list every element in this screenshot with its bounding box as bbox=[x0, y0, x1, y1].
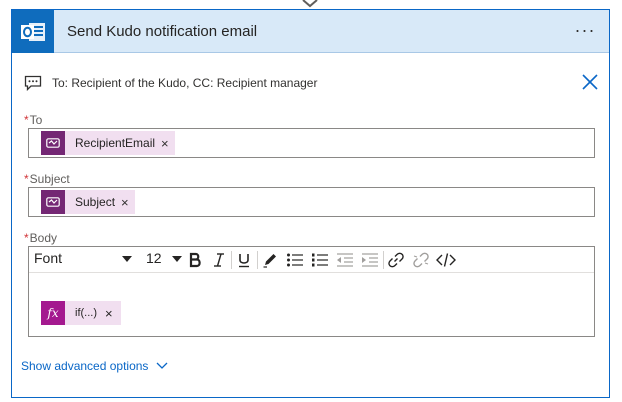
font-select-value: Font bbox=[34, 250, 63, 266]
italic-icon[interactable] bbox=[209, 250, 229, 270]
token-label: Subject bbox=[75, 195, 116, 209]
required-mark: * bbox=[24, 113, 29, 127]
to-field-label: *To bbox=[24, 113, 42, 127]
more-options-button[interactable]: ··· bbox=[573, 20, 597, 40]
font-size-select[interactable]: 12 bbox=[146, 250, 182, 270]
font-select[interactable]: Font bbox=[34, 250, 135, 270]
connector-arrow-icon bbox=[302, 0, 318, 8]
card-header[interactable]: Send Kudo notification email ··· bbox=[12, 10, 609, 53]
chevron-down-icon bbox=[156, 362, 168, 369]
subject-field[interactable]: Subject × bbox=[28, 187, 595, 217]
comment-row[interactable]: To: Recipient of the Kudo, CC: Recipient… bbox=[24, 73, 599, 93]
token-label: RecipientEmail bbox=[75, 136, 156, 150]
dynamic-content-icon bbox=[41, 190, 65, 214]
unlink-icon[interactable] bbox=[411, 250, 431, 270]
to-label-text: To bbox=[29, 113, 43, 127]
indent-icon[interactable] bbox=[360, 250, 380, 270]
required-mark: * bbox=[24, 231, 29, 245]
expression-token[interactable]: fx if(...) × bbox=[41, 301, 121, 325]
comment-text: To: Recipient of the Kudo, CC: Recipient… bbox=[52, 76, 318, 90]
dynamic-content-icon bbox=[41, 131, 65, 155]
numbered-list-icon[interactable] bbox=[310, 250, 330, 270]
toolbar-separator bbox=[383, 251, 384, 269]
font-size-value: 12 bbox=[146, 250, 162, 266]
outdent-icon[interactable] bbox=[335, 250, 355, 270]
body-field-label: *Body bbox=[24, 231, 57, 245]
remove-token-button[interactable]: × bbox=[161, 136, 175, 151]
required-mark: * bbox=[24, 172, 29, 186]
recipient-email-token[interactable]: RecipientEmail × bbox=[41, 131, 175, 155]
comment-icon bbox=[24, 75, 42, 91]
underline-icon[interactable] bbox=[234, 250, 254, 270]
show-advanced-options-link[interactable]: Show advanced options bbox=[21, 359, 168, 373]
subject-token[interactable]: Subject × bbox=[41, 190, 135, 214]
chevron-down-icon bbox=[172, 256, 182, 262]
code-view-icon[interactable] bbox=[436, 250, 456, 270]
chevron-down-icon bbox=[122, 256, 132, 262]
rich-text-toolbar: Font 12 bbox=[29, 247, 594, 273]
subject-label-text: Subject bbox=[29, 172, 70, 186]
token-label: if(...) bbox=[75, 307, 97, 319]
toolbar-separator bbox=[257, 251, 258, 269]
card-title: Send Kudo notification email bbox=[67, 23, 258, 40]
body-editor[interactable]: Font 12 fx if(...) × bbox=[28, 246, 595, 337]
pen-icon[interactable] bbox=[260, 250, 280, 270]
outlook-icon bbox=[12, 10, 54, 53]
subject-field-label: *Subject bbox=[24, 172, 70, 186]
remove-token-button[interactable]: × bbox=[105, 306, 121, 321]
body-label-text: Body bbox=[29, 231, 58, 245]
toolbar-separator bbox=[231, 251, 232, 269]
bold-icon[interactable] bbox=[185, 250, 205, 270]
remove-token-button[interactable]: × bbox=[121, 195, 135, 210]
advanced-options-label: Show advanced options bbox=[21, 359, 149, 373]
to-field[interactable]: RecipientEmail × bbox=[28, 128, 595, 158]
link-icon[interactable] bbox=[386, 250, 406, 270]
close-icon[interactable] bbox=[581, 73, 599, 91]
action-card: Send Kudo notification email ··· To: Rec… bbox=[11, 9, 610, 398]
bullet-list-icon[interactable] bbox=[285, 250, 305, 270]
function-icon: fx bbox=[41, 301, 65, 325]
